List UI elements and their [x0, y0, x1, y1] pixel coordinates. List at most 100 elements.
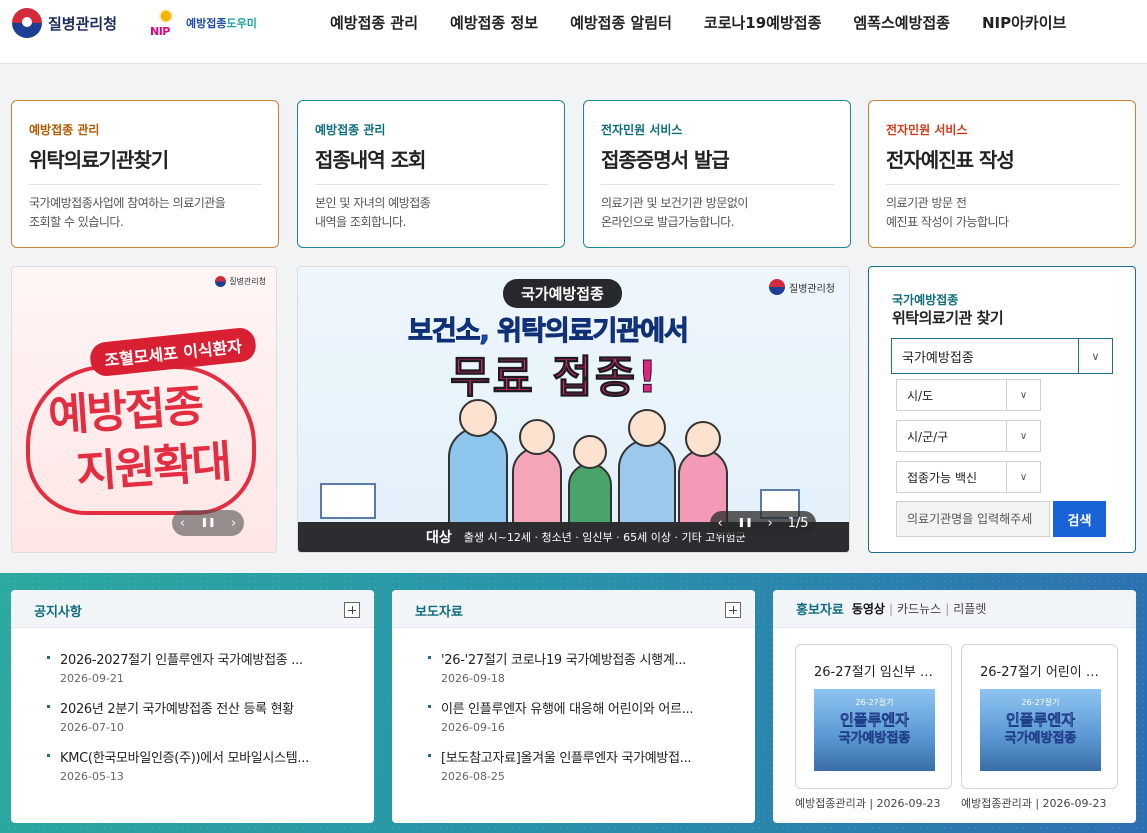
post-date: 2026-09-16 [441, 721, 505, 734]
boards-section: 공지사항 2026-2027절기 인플루엔자 국가예방접종 ... 2026-09… [0, 573, 1147, 833]
search-button[interactable]: 검색 [1053, 501, 1106, 537]
list-item[interactable]: [보도참고자료]올겨울 인플루엔자 국가예방접... 2026-08-25 [428, 747, 755, 783]
press-list: '26-'27절기 코로나19 국가예방접종 시행계... 2026-09-18 … [392, 628, 755, 783]
video-meta: 예방접종관리과 | 2026-09-23 [961, 797, 1107, 810]
service-card-find-clinic[interactable]: 예방접종 관리 위탁의료기관찾기 국가예방접종사업에 참여하는 의료기관을 조회할… [11, 100, 279, 248]
list-item[interactable]: 이른 인플루엔자 유행에 대응해 어린이와 어르... 2026-09-16 [428, 698, 755, 734]
tab-separator: | [945, 601, 950, 616]
nav-mpox-vaccination[interactable]: 엠폭스예방접종 [837, 12, 966, 34]
promo-board-header: 홍보자료 동영상 | 카드뉴스 | 리플렛 [773, 590, 1136, 628]
search-category: 국가예방접종 [892, 293, 959, 307]
next-slide-button[interactable]: › [768, 516, 773, 531]
plus-icon[interactable] [725, 602, 741, 618]
service-description: 의료기관 방문 전 예진표 작성이 가능합니다 [886, 196, 1009, 229]
nav-nip-archive[interactable]: NIP아카이브 [966, 12, 1082, 34]
video-meta: 예방접종관리과 | 2026-09-23 [795, 797, 941, 810]
pause-slide-button[interactable]: ❚❚ [200, 518, 215, 528]
promo-board-title: 홍보자료 [796, 603, 844, 618]
banner-headline-2: 지원확대 [74, 436, 232, 499]
family-illustration [428, 397, 728, 527]
press-board-header: 보도자료 [392, 590, 755, 628]
banner-org-logo: 질병관리청 [769, 279, 835, 295]
center-banner-slide[interactable]: 질병관리청 국가예방접종 보건소, 위탁의료기관에서 무료 접종! 대상 출생 … [297, 266, 850, 553]
video-card[interactable]: 26-27절기 임신부 인... 26-27절기 인플루엔자 국가예방접종 [795, 644, 952, 789]
service-title: 접종내역 조회 [315, 144, 548, 185]
sigungu-select[interactable]: 시/군/구 ∨ [896, 420, 1041, 452]
service-category: 예방접종 관리 [315, 123, 386, 137]
notice-board-title: 공지사항 [34, 605, 82, 620]
promo-board: 홍보자료 동영상 | 카드뉴스 | 리플렛 26-27절기 임신부 인... 2… [773, 590, 1136, 823]
nav-vaccination-info[interactable]: 예방접종 정보 [434, 12, 554, 34]
nip-sun-icon: NIP [150, 8, 182, 38]
tab-video[interactable]: 동영상 [852, 600, 885, 617]
list-item[interactable]: 2026년 2분기 국가예방접종 전산 등록 현황 2026-07-10 [47, 698, 374, 734]
service-category: 전자민원 서비스 [886, 123, 968, 137]
left-banner-controls: ‹ ❚❚ › [172, 510, 244, 536]
target-text: 출생 시~12세 · 청소년 · 임신부 · 65세 이상 · 기타 고위험군 [463, 531, 746, 544]
video-title: 26-27절기 어린이 인... [980, 665, 1102, 680]
video-card[interactable]: 26-27절기 어린이 인... 26-27절기 인플루엔자 국가예방접종 [961, 644, 1118, 789]
next-slide-button[interactable]: › [231, 516, 236, 531]
video-thumbnail: 26-27절기 인플루엔자 국가예방접종 [980, 689, 1101, 771]
tab-separator: | [888, 601, 894, 616]
kdca-logo-text: 질병관리청 [48, 14, 118, 33]
nav-covid19-vaccination[interactable]: 코로나19예방접종 [688, 12, 837, 34]
nip-logo[interactable]: NIP 예방접종도우미 [150, 8, 257, 38]
post-date: 2026-09-21 [60, 672, 124, 685]
thumb-caption: 26-27절기 [855, 698, 894, 707]
post-date: 2026-08-25 [441, 770, 505, 783]
service-card-history-lookup[interactable]: 예방접종 관리 접종내역 조회 본인 및 자녀의 예방접종 내역을 조회합니다. [297, 100, 565, 248]
plus-icon[interactable] [344, 602, 360, 618]
banner-pill: 국가예방접종 [503, 279, 622, 308]
person-figure [448, 399, 508, 527]
clinic-building-icon [320, 483, 376, 519]
person-figure [512, 419, 562, 527]
main-nav: 예방접종 관리 예방접종 정보 예방접종 알림터 코로나19예방접종 엠폭스예방… [314, 12, 1082, 34]
service-description: 의료기관 및 보건기관 방문없이 온라인으로 발급가능합니다. [601, 196, 748, 229]
person-figure [568, 435, 612, 527]
nav-vaccination-management[interactable]: 예방접종 관리 [314, 12, 434, 34]
list-item[interactable]: '26-'27절기 코로나19 국가예방접종 시행계... 2026-09-18 [428, 649, 755, 685]
chevron-down-icon: ∨ [1078, 339, 1112, 373]
site-header: 질병관리청 NIP 예방접종도우미 예방접종 관리 예방접종 정보 예방접종 알… [0, 0, 1147, 64]
service-card-certificate-issue[interactable]: 전자민원 서비스 접종증명서 발급 의료기관 및 보건기관 방문없이 온라인으로 … [583, 100, 851, 248]
nip-logo-text-b: 도우미 [226, 17, 257, 30]
nav-vaccination-notice[interactable]: 예방접종 알림터 [554, 12, 688, 34]
video-title: 26-27절기 임신부 인... [814, 665, 936, 680]
person-figure [618, 409, 676, 527]
slide-counter: 1/5 [787, 515, 809, 531]
kdca-logo[interactable]: 질병관리청 [12, 8, 117, 38]
taegeuk-emblem-icon [215, 276, 227, 287]
taegeuk-emblem-icon [769, 279, 785, 295]
notice-board-header: 공지사항 [11, 590, 374, 628]
clinic-name-input[interactable] [896, 501, 1050, 537]
left-banner-slide[interactable]: 질병관리청 조혈모세포 이식환자 예방접종 지원확대 ‹ ❚❚ › [11, 266, 277, 553]
sido-select[interactable]: 시/도 ∨ [896, 379, 1041, 411]
vaccine-select[interactable]: 접종가능 백신 ∨ [896, 461, 1041, 493]
list-item[interactable]: KMC(한국모바일인증(주))에서 모바일시스템... 2026-05-13 [47, 747, 374, 783]
post-date: 2026-09-18 [441, 672, 505, 685]
tab-card-news[interactable]: 카드뉴스 [897, 600, 941, 617]
sido-value: 시/도 [907, 388, 934, 403]
vaccination-type-select[interactable]: 국가예방접종 ∨ [891, 338, 1113, 374]
prev-slide-button[interactable]: ‹ [180, 516, 185, 531]
tab-leaflet[interactable]: 리플렛 [953, 600, 986, 617]
prev-slide-button[interactable]: ‹ [717, 516, 722, 531]
pause-slide-button[interactable]: ❚❚ [738, 518, 753, 528]
service-description: 본인 및 자녀의 예방접종 내역을 조회합니다. [315, 196, 431, 229]
post-title: '26-'27절기 코로나19 국가예방접종 시행계... [441, 653, 686, 668]
service-card-e-questionnaire[interactable]: 전자민원 서비스 전자예진표 작성 의료기관 방문 전 예진표 작성이 가능합니다 [868, 100, 1136, 248]
search-title: 위탁의료기관 찾기 [892, 309, 1004, 327]
notice-list: 2026-2027절기 인플루엔자 국가예방접종 ... 2026-09-21 2… [11, 628, 374, 783]
notice-board: 공지사항 2026-2027절기 인플루엔자 국가예방접종 ... 2026-09… [11, 590, 374, 823]
list-item[interactable]: 2026-2027절기 인플루엔자 국가예방접종 ... 2026-09-21 [47, 649, 374, 685]
press-board: 보도자료 '26-'27절기 코로나19 국가예방접종 시행계... 2026-0… [392, 590, 755, 823]
post-title: 2026년 2분기 국가예방접종 전산 등록 현황 [60, 702, 294, 717]
center-banner-controls: ‹ ❚❚ › 1/5 [710, 511, 816, 535]
nip-logo-text: 예방접종도우미 [186, 15, 257, 31]
post-title: 이른 인플루엔자 유행에 대응해 어린이와 어르... [441, 702, 694, 717]
vaccine-value: 접종가능 백신 [907, 470, 978, 485]
post-title: KMC(한국모바일인증(주))에서 모바일시스템... [60, 751, 309, 766]
chevron-down-icon: ∨ [1006, 421, 1040, 451]
video-thumbnail: 26-27절기 인플루엔자 국가예방접종 [814, 689, 935, 771]
